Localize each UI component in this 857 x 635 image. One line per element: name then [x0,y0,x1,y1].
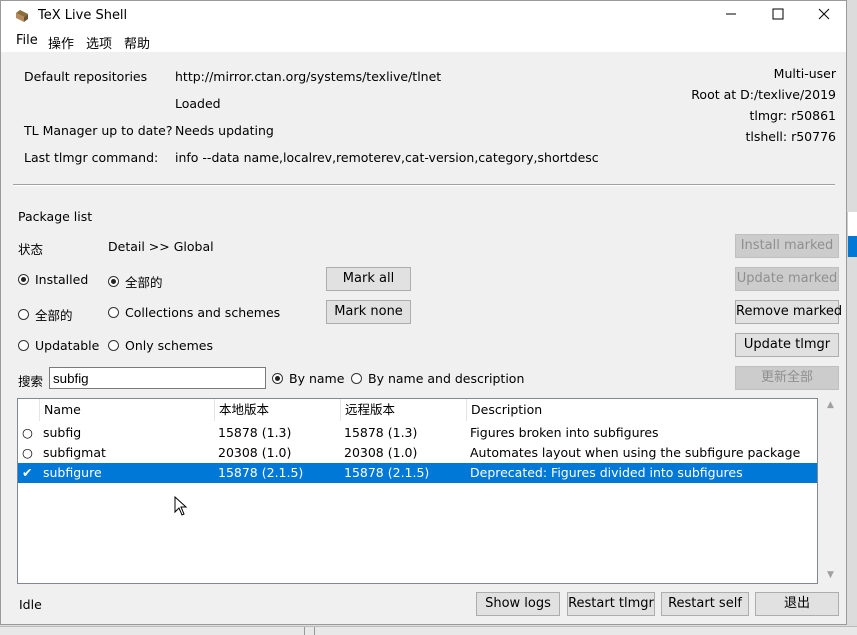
detail-all-radio[interactable]: 全部的 [108,272,163,291]
tl-manager-uptodate-value: Needs updating [175,123,274,138]
filter-installed-radio[interactable]: Installed [18,272,88,287]
radio-selected-icon [18,274,29,285]
mark-none-button[interactable]: Mark none [326,300,411,324]
detail-collections-radio[interactable]: Collections and schemes [108,305,280,320]
background-window-edge [847,212,857,257]
menu-file[interactable]: File [16,33,38,48]
maximize-icon [772,8,784,20]
status-text: Idle [19,597,42,612]
search-input[interactable] [49,367,266,389]
radio-unselected-icon [108,307,119,318]
radio-unselected-icon [108,340,119,351]
row-local-version: 15878 (2.1.5) [218,465,304,480]
package-list-label: Package list [18,209,93,224]
show-logs-button[interactable]: Show logs [476,592,560,616]
update-all-button[interactable]: 更新全部 [735,366,839,390]
close-icon [818,8,830,20]
package-table: Name 本地版本 远程版本 Description ○ subfig 1587… [17,398,818,584]
search-by-name-desc-radio[interactable]: By name and description [351,371,524,386]
table-row[interactable]: ○ subfig 15878 (1.3) 15878 (1.3) Figures… [18,423,817,443]
tlshell-revision-label: tlshell: r50776 [745,129,836,144]
tl-manager-uptodate-label: TL Manager up to date? [24,123,173,138]
table-row-selected[interactable]: ✔ subfigure 15878 (2.1.5) 15878 (2.1.5) … [18,463,817,483]
update-tlmgr-button[interactable]: Update tlmgr [735,333,839,357]
row-description: Figures broken into subfigures [470,425,659,440]
row-description: Deprecated: Figures divided into subfigu… [470,465,743,480]
close-window-button[interactable] [801,1,847,31]
column-header-local-version[interactable]: 本地版本 [214,399,340,421]
row-mark-icon[interactable]: ✔ [22,463,32,483]
maximize-button[interactable] [755,1,801,31]
mouse-cursor-icon [174,496,188,516]
column-header-remote-version[interactable]: 远程版本 [340,399,466,421]
search-by-name-radio[interactable]: By name [272,371,344,386]
table-row[interactable]: ○ subfigmat 20308 (1.0) 20308 (1.0) Auto… [18,443,817,463]
last-command-value: info --data name,localrev,remoterev,cat-… [175,150,599,165]
column-header-description[interactable]: Description [466,399,817,421]
last-command-label: Last tlmgr command: [24,150,159,165]
detail-schemes-radio[interactable]: Only schemes [108,338,213,353]
column-header-name[interactable]: Name [39,399,214,421]
radio-selected-icon [272,373,283,384]
row-remote-version: 20308 (1.0) [344,445,418,460]
quit-button[interactable]: 退出 [755,592,839,616]
separator [13,184,835,186]
status-filter-label: 状态 [18,242,44,257]
row-name: subfigmat [43,445,106,460]
row-remote-version: 15878 (1.3) [344,425,418,440]
row-description: Automates layout when using the subfigur… [470,445,801,460]
mark-all-button[interactable]: Mark all [326,267,411,291]
radio-unselected-icon [351,373,362,384]
repository-load-status: Loaded [175,96,221,111]
root-path-label: Root at D:/texlive/2019 [691,87,836,102]
row-remote-version: 15878 (2.1.5) [344,465,430,480]
filter-updatable-radio[interactable]: Updatable [18,338,99,353]
detail-filter-label: Detail >> Global [108,239,214,254]
row-mark-icon[interactable]: ○ [22,423,33,443]
tex-live-shell-window: TeX Live Shell File 操作 选项 帮助 Default rep… [0,0,847,625]
row-local-version: 20308 (1.0) [218,445,292,460]
background-selection [848,236,857,257]
row-name: subfigure [43,465,102,480]
menu-bar: File 操作 选项 帮助 [1,31,846,52]
install-marked-button[interactable]: Install marked [735,234,839,258]
minimize-button[interactable] [708,1,754,31]
scroll-up-icon[interactable]: ▲ [827,400,834,410]
remove-marked-button[interactable]: Remove marked [735,300,842,324]
table-header: Name 本地版本 远程版本 Description [18,399,817,421]
filter-all-status-radio[interactable]: 全部的 [18,305,73,324]
radio-unselected-icon [18,340,29,351]
scroll-down-icon[interactable]: ▼ [827,570,834,580]
minimize-icon [726,13,736,15]
restart-self-button[interactable]: Restart self [661,592,749,616]
restart-tlmgr-button[interactable]: Restart tlmgr [567,592,655,616]
radio-selected-icon [108,276,119,287]
default-repositories-label: Default repositories [24,69,148,84]
menu-options[interactable]: 选项 [86,33,112,52]
row-local-version: 15878 (1.3) [218,425,292,440]
tlmgr-revision-label: tlmgr: r50861 [749,108,837,123]
default-repository-url: http://mirror.ctan.org/systems/texlive/t… [175,69,442,84]
window-title: TeX Live Shell [38,8,128,23]
radio-unselected-icon [18,309,29,320]
menu-actions[interactable]: 操作 [48,33,74,52]
menu-help[interactable]: 帮助 [124,33,150,52]
row-name: subfig [43,425,82,440]
texlive-app-icon [16,10,28,22]
update-marked-button[interactable]: Update marked [735,267,839,291]
title-bar: TeX Live Shell [1,1,846,31]
search-label: 搜索 [18,374,44,389]
multi-user-label: Multi-user [773,66,836,81]
table-scrollbar[interactable]: ▲ ▼ [825,398,839,584]
row-mark-icon[interactable]: ○ [22,443,33,463]
